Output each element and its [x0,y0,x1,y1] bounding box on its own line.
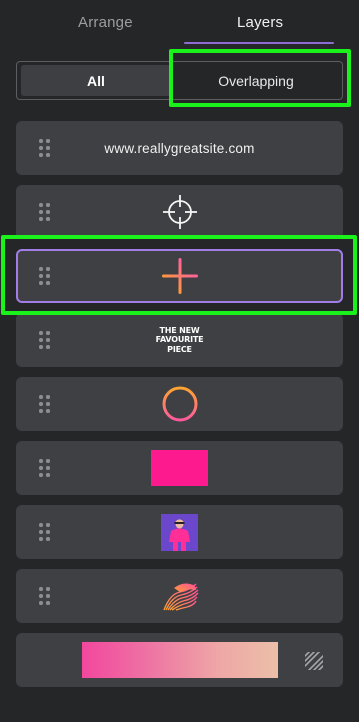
layer-row-website-text[interactable]: www.reallygreatsite.com [16,121,343,175]
layer-preview [16,441,343,495]
layer-row-ring[interactable] [16,377,343,431]
layer-row-wave[interactable] [16,569,343,623]
tab-layers[interactable]: Layers [237,14,283,31]
headline-line: FAVOURITE [155,335,204,345]
layer-preview: THE NEW FAVOURITE PIECE [16,313,343,367]
layer-preview [16,185,343,239]
gradient-background-preview [82,642,278,678]
headline-line: PIECE [167,344,192,354]
layer-row-plus-selected[interactable] [16,249,343,303]
tab-arrange[interactable]: Arrange [78,14,133,31]
layer-row-background[interactable] [16,633,343,687]
website-text-preview: www.reallygreatsite.com [104,140,255,156]
pink-rectangle-thumbnail [151,450,208,486]
gradient-ring-icon [162,386,197,422]
layer-filter-toggle: All Overlapping [16,61,343,100]
layer-row-headline-text[interactable]: THE NEW FAVOURITE PIECE [16,313,343,367]
headline-line: THE NEW [159,325,200,335]
layer-preview [16,505,343,559]
layer-row-crosshair[interactable] [16,185,343,239]
layer-preview [18,251,341,301]
layer-preview [16,377,343,431]
transparency-icon[interactable] [305,652,323,670]
active-tab-indicator [184,42,334,44]
model-photo-thumbnail [161,513,198,551]
headline-text-preview: THE NEW FAVOURITE PIECE [156,326,204,355]
layer-row-pink-rectangle[interactable] [16,441,343,495]
layer-preview [16,569,343,623]
layer-preview: www.reallygreatsite.com [16,121,343,175]
panel-tabs: Arrange Layers [0,0,359,48]
filter-overlapping-button[interactable]: Overlapping [173,65,339,96]
layer-row-photo[interactable] [16,505,343,559]
plus-gradient-icon [161,258,198,294]
gradient-wave-icon [162,583,199,611]
filter-all-button[interactable]: All [21,65,171,96]
crosshair-icon [162,195,197,229]
